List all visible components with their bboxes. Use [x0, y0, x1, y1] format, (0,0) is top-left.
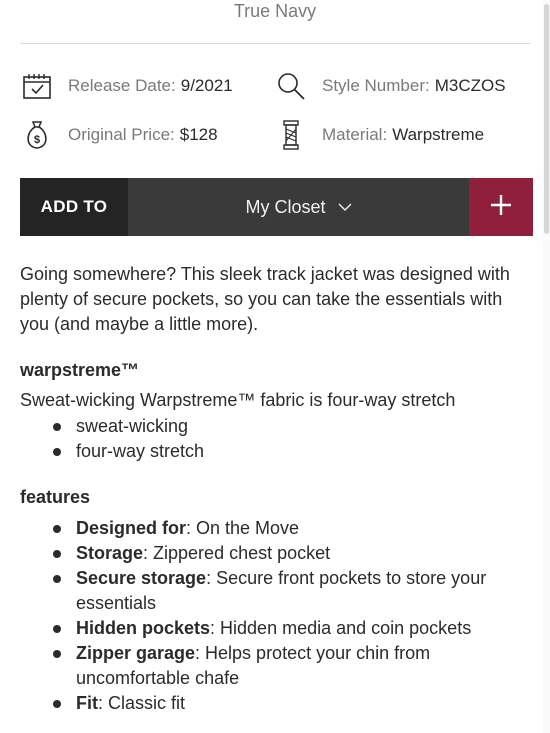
bullet-dot [53, 525, 61, 533]
feature-item: Hidden pockets: Hidden media and coin po… [53, 616, 520, 641]
closet-dropdown[interactable]: My Closet [128, 178, 469, 236]
original-price-label: Original Price: [68, 125, 175, 144]
feature-item: Storage: Zippered chest pocket [53, 541, 520, 566]
feature-text: : On the Move [186, 518, 300, 538]
bullet-dot [53, 550, 61, 558]
fabric-spool-icon [274, 118, 308, 152]
fabric-summary: Sweat-wicking Warpstreme™ fabric is four… [20, 390, 456, 410]
closet-selected-value: My Closet [245, 196, 326, 217]
feature-item: Fit: Classic fit [53, 691, 520, 716]
style-number-spec: Style Number: M3CZOS [274, 69, 506, 103]
bullet-dot [53, 700, 61, 708]
feature-text: : Classic fit [98, 693, 186, 713]
plus-icon [489, 193, 513, 222]
bullet-dot [53, 575, 61, 583]
bullet-dot [53, 423, 61, 431]
material-label: Material: [322, 125, 388, 144]
bullet-dot [53, 448, 61, 456]
bullet-dot [53, 625, 61, 633]
color-name: True Navy [233, 1, 317, 21]
feature-text: : Hidden media and coin pockets [210, 618, 472, 638]
scrollbar-thumb[interactable] [544, 4, 549, 234]
add-to-closet-button[interactable] [469, 178, 533, 236]
style-number-label: Style Number: [322, 76, 430, 95]
bullet-dot [53, 650, 61, 658]
features-list: Designed for: On the Move Storage: Zippe… [20, 516, 520, 716]
fabric-bullet: sweat-wicking [53, 414, 520, 439]
original-price-value: $128 [179, 125, 218, 144]
feature-item: Designed for: On the Move [53, 516, 520, 541]
fabric-bullet: four-way stretch [53, 439, 520, 464]
magnifier-icon [274, 69, 308, 103]
feature-label: Fit [76, 693, 98, 713]
release-date-label: Release Date: [68, 76, 176, 95]
feature-label: Designed for [76, 518, 187, 538]
add-to-label: ADD TO [20, 178, 128, 236]
svg-text:$: $ [34, 134, 40, 146]
product-description: Going somewhere? This sleek track jacket… [20, 264, 510, 334]
money-bag-icon: $ [20, 118, 54, 152]
feature-item: Secure storage: Secure front pockets to … [53, 566, 520, 616]
feature-label: Zipper garage [76, 643, 196, 663]
material-spec: Material: Warpstreme [274, 118, 484, 152]
fabric-heading: warpstreme™ [20, 360, 140, 380]
calendar-icon [20, 69, 54, 103]
material-value: Warpstreme [392, 125, 485, 144]
chevron-down-icon [337, 202, 352, 212]
original-price-spec: $ Original Price: $128 [20, 118, 218, 152]
feature-text: : Zippered chest pocket [143, 543, 331, 563]
feature-item: Zipper garage: Helps protect your chin f… [53, 641, 520, 691]
feature-label: Hidden pockets [76, 618, 211, 638]
add-to-closet-bar: ADD TO My Closet [20, 178, 533, 236]
feature-label: Secure storage [76, 568, 207, 588]
divider [20, 43, 530, 44]
style-number-value: M3CZOS [434, 76, 506, 95]
release-date-value: 9/2021 [180, 76, 233, 95]
scrollbar[interactable] [543, 0, 550, 733]
features-heading: features [20, 487, 91, 507]
release-date-spec: Release Date: 9/2021 [20, 69, 233, 103]
feature-label: Storage [76, 543, 144, 563]
fabric-bullet-list: sweat-wicking four-way stretch [20, 414, 520, 464]
